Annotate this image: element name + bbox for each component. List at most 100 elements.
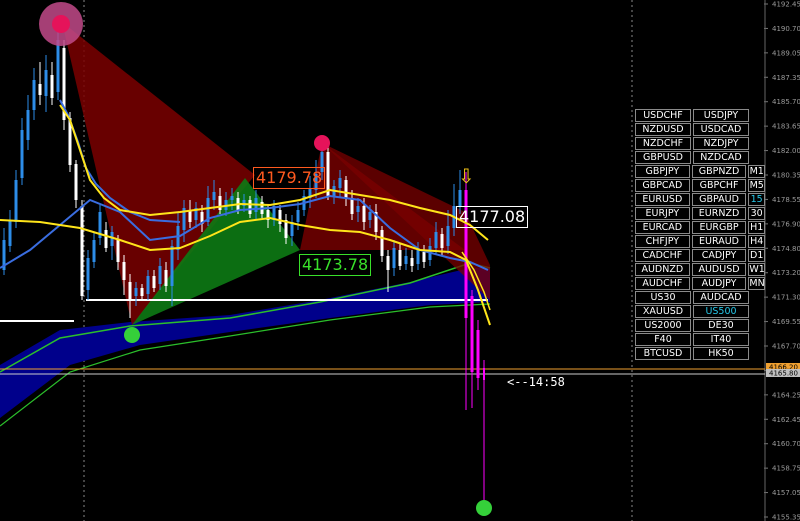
- candle-body: [398, 250, 402, 266]
- candle-body: [56, 40, 60, 92]
- candle-body: [80, 206, 84, 296]
- symbol-button-nzdjpy[interactable]: NZDJPY: [693, 137, 749, 150]
- price-axis-label: 4190.70: [772, 25, 800, 33]
- symbol-row: US2000 DE30: [635, 319, 765, 332]
- sell-signal-arrow: ⇩: [458, 164, 475, 188]
- symbol-button-chfjpy[interactable]: CHFJPY: [635, 235, 690, 248]
- symbol-row: F40 IT40: [635, 333, 765, 346]
- candle-body: [116, 240, 120, 262]
- symbol-button-audnzd[interactable]: AUDNZD: [635, 263, 690, 276]
- symbol-button-gbpcad[interactable]: GBPCAD: [635, 179, 690, 192]
- price-axis-label: 4169.55: [772, 318, 800, 326]
- candle-body: [386, 256, 390, 270]
- timeframe-button-h1[interactable]: H1: [748, 221, 766, 234]
- price-axis-label: 4174.80: [772, 245, 800, 253]
- price-axis-label: 4192.45: [772, 1, 800, 9]
- timeframe-button-m5[interactable]: M5: [748, 179, 766, 192]
- price-axis-label: 4187.35: [772, 74, 800, 82]
- symbol-button-gbpchf[interactable]: GBPCHF: [691, 179, 747, 192]
- symbol-button-cadjpy[interactable]: CADJPY: [691, 249, 747, 262]
- symbol-button-hk50[interactable]: HK50: [693, 347, 749, 360]
- price-axis-label: 4178.55: [772, 196, 800, 204]
- symbol-button-eurgbp[interactable]: EURGBP: [691, 221, 747, 234]
- symbol-button-usdchf[interactable]: USDCHF: [635, 109, 691, 122]
- price-axis-label: 4173.20: [772, 269, 800, 277]
- symbol-button-gbpaud[interactable]: GBPAUD: [691, 193, 747, 206]
- symbol-button-xauusd[interactable]: XAUUSD: [635, 305, 691, 318]
- candle-body: [170, 246, 174, 286]
- candle-body: [483, 368, 485, 380]
- symbol-button-audusd[interactable]: AUDUSD: [691, 263, 747, 276]
- candle-body: [248, 200, 252, 214]
- pattern-upper-price-label: 4179.78: [253, 167, 326, 189]
- candle-body: [356, 206, 360, 212]
- candle-body: [344, 180, 348, 198]
- symbol-row: BTCUSD HK50: [635, 347, 765, 360]
- candle-body: [410, 258, 414, 266]
- candle-body: [380, 230, 384, 256]
- candle-body: [86, 258, 90, 290]
- symbol-button-audchf[interactable]: AUDCHF: [635, 277, 690, 290]
- symbol-button-f40[interactable]: F40: [635, 333, 691, 346]
- timeframe-button-h4[interactable]: H4: [748, 235, 766, 248]
- symbol-button-usdcad[interactable]: USDCAD: [693, 123, 749, 136]
- symbol-button-audcad[interactable]: AUDCAD: [693, 291, 749, 304]
- symbol-row: AUDCHF AUDJPY MN: [635, 277, 766, 290]
- symbol-button-eurcad[interactable]: EURCAD: [635, 221, 690, 234]
- timeframe-button-w1[interactable]: W1: [748, 263, 766, 276]
- symbol-button-nzdcad[interactable]: NZDCAD: [693, 151, 749, 164]
- trading-chart-window[interactable]: 4192.45 4190.70 4189.05 4187.35 4185.70 4183.…: [0, 0, 800, 521]
- price-tag-text: 4165.80: [769, 370, 798, 378]
- pattern-point-c: [314, 135, 330, 151]
- candle-body: [176, 226, 180, 250]
- symbol-button-gbpnzd[interactable]: GBPNZD: [691, 165, 747, 178]
- current-price-label: 4177.08: [456, 206, 529, 228]
- candle-countdown-timer: <--14:58: [507, 375, 565, 389]
- symbol-button-audjpy[interactable]: AUDJPY: [691, 277, 747, 290]
- symbol-button-gbpjpy[interactable]: GBPJPY: [635, 165, 690, 178]
- symbol-row: USDCHF USDJPY: [635, 109, 765, 122]
- candle-body: [422, 252, 426, 262]
- price-axis-label: 4171.30: [772, 294, 800, 302]
- symbol-button-euraud[interactable]: EURAUD: [691, 235, 747, 248]
- candle-body: [470, 296, 474, 372]
- pattern-lower-price-label: 4173.78: [299, 254, 372, 276]
- symbol-button-cadchf[interactable]: CADCHF: [635, 249, 690, 262]
- candle-body: [218, 196, 222, 210]
- symbol-button-eurnzd[interactable]: EURNZD: [691, 207, 747, 220]
- candle-body: [122, 262, 126, 280]
- candle-body: [416, 250, 420, 264]
- candle-body: [164, 270, 168, 286]
- symbol-button-usdjpy[interactable]: USDJPY: [693, 109, 749, 122]
- symbol-button-de30[interactable]: DE30: [693, 319, 749, 332]
- candle-body: [296, 210, 300, 222]
- symbol-button-gbpusd[interactable]: GBPUSD: [635, 151, 691, 164]
- price-axis-label: 4167.70: [772, 343, 800, 351]
- symbol-button-nzdchf[interactable]: NZDCHF: [635, 137, 691, 150]
- candle-body: [362, 206, 366, 222]
- candle-body: [140, 288, 144, 296]
- symbol-row: XAUUSD US500: [635, 305, 765, 318]
- candle-body: [350, 198, 354, 214]
- price-axis-label: 4155.35: [772, 514, 800, 521]
- symbol-button-btcusd[interactable]: BTCUSD: [635, 347, 691, 360]
- symbol-button-us500[interactable]: US500: [693, 305, 749, 318]
- symbol-button-us30[interactable]: US30: [635, 291, 691, 304]
- candle-body: [392, 248, 396, 268]
- timeframe-button-mn[interactable]: MN: [748, 277, 766, 290]
- price-axis-label: 4164.25: [772, 391, 800, 399]
- symbol-button-us2000[interactable]: US2000: [635, 319, 691, 332]
- timeframe-button-15[interactable]: 15: [748, 193, 766, 206]
- timeframe-button-m1[interactable]: M1: [748, 165, 766, 178]
- timeframe-button-30[interactable]: 30: [748, 207, 766, 220]
- price-axis-label: 4162.45: [772, 416, 800, 424]
- symbol-button-nzdusd[interactable]: NZDUSD: [635, 123, 691, 136]
- symbol-row: EURJPY EURNZD 30: [635, 207, 766, 220]
- timeframe-button-d1[interactable]: D1: [748, 249, 766, 262]
- symbol-button-eurusd[interactable]: EURUSD: [635, 193, 690, 206]
- candle-body: [404, 256, 408, 264]
- symbol-button-it40[interactable]: IT40: [693, 333, 749, 346]
- price-axis-label: 4183.65: [772, 123, 800, 131]
- symbol-row: US30 AUDCAD: [635, 291, 765, 304]
- symbol-button-eurjpy[interactable]: EURJPY: [635, 207, 690, 220]
